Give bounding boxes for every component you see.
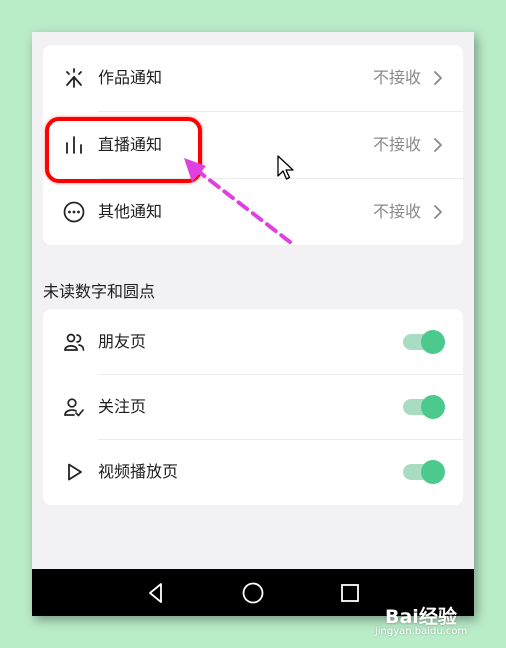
section-title-unread: 未读数字和圆点 bbox=[43, 282, 156, 301]
highlight-box bbox=[45, 117, 202, 183]
notification-value: 不接收 bbox=[372, 135, 421, 154]
chevron-right-icon bbox=[434, 138, 442, 152]
notification-row-works[interactable]: 作品通知 不接收 bbox=[43, 45, 463, 111]
toggle-switch[interactable] bbox=[403, 330, 445, 354]
notification-label: 其他通知 bbox=[98, 202, 163, 221]
unread-label: 关注页 bbox=[98, 397, 147, 416]
watermark-url: jingyan.baidu.com bbox=[375, 626, 468, 637]
recents-icon[interactable] bbox=[338, 581, 362, 605]
baidu-jingyan-watermark: Bai经验 jingyan.baidu.com bbox=[375, 602, 500, 642]
play-icon bbox=[68, 463, 82, 481]
toggle-knob bbox=[421, 460, 445, 484]
follow-icon bbox=[64, 398, 84, 417]
toggle-switch[interactable] bbox=[403, 460, 445, 484]
unread-row-friends: 朋友页 bbox=[43, 309, 463, 375]
more-circle-icon bbox=[63, 201, 85, 223]
home-icon[interactable] bbox=[241, 581, 265, 605]
notification-value: 不接收 bbox=[372, 202, 421, 221]
back-icon[interactable] bbox=[144, 581, 168, 605]
mouse-cursor-icon bbox=[277, 155, 294, 180]
toggle-knob bbox=[421, 330, 445, 354]
unread-row-video: 视频播放页 bbox=[43, 439, 463, 505]
toggle-switch[interactable] bbox=[403, 395, 445, 419]
notification-row-other[interactable]: 其他通知 不接收 bbox=[43, 179, 463, 245]
unread-card: 朋友页 关注页 视频播放页 bbox=[43, 309, 463, 505]
notification-value: 不接收 bbox=[372, 68, 421, 87]
phone-screen: 作品通知 不接收 直播通知 不接收 其他通知 不接收 未读数字和圆点 朋友页 关… bbox=[32, 32, 474, 616]
notification-label: 作品通知 bbox=[98, 68, 163, 87]
chevron-right-icon bbox=[434, 205, 442, 219]
toggle-knob bbox=[421, 395, 445, 419]
chevron-right-icon bbox=[434, 71, 442, 85]
unread-label: 视频播放页 bbox=[98, 462, 179, 481]
spark-icon bbox=[66, 68, 82, 88]
watermark-logo: Bai经验 bbox=[385, 606, 457, 628]
unread-row-follow: 关注页 bbox=[43, 374, 463, 440]
unread-label: 朋友页 bbox=[98, 332, 147, 351]
friends-icon bbox=[64, 333, 85, 351]
